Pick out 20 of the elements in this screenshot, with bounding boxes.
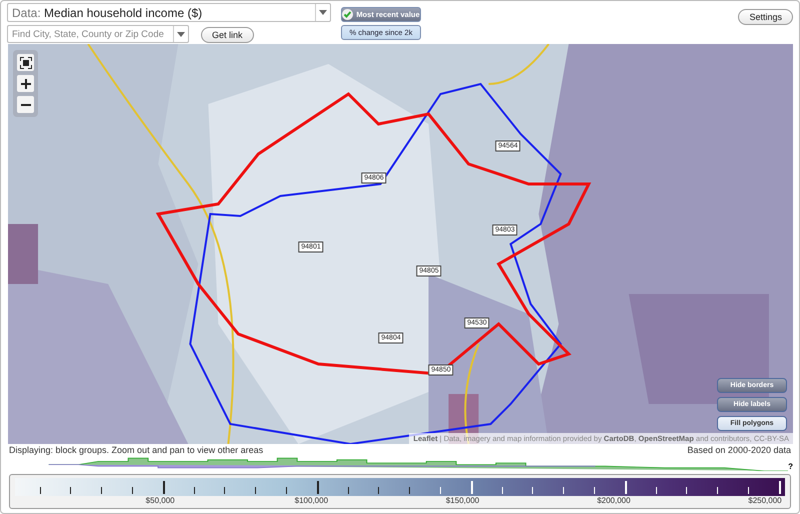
scale-label: $50,000 — [146, 496, 175, 505]
scale-label: $250,000 — [748, 496, 782, 505]
status-text: Displaying: block groups. Zoom out and pan to view other areas — [9, 445, 264, 455]
fit-button[interactable] — [17, 54, 34, 71]
data-range-text: Based on 2000-2020 data — [687, 445, 791, 455]
caret-icon — [315, 4, 330, 21]
scale-label: $100,000 — [294, 496, 328, 505]
check-icon — [342, 9, 354, 20]
get-link-button[interactable]: Get link — [201, 27, 254, 43]
search-field[interactable]: Find City, State, County or Zip Code — [7, 25, 189, 43]
zoom-in-button[interactable] — [17, 75, 34, 92]
caret-icon — [173, 26, 188, 42]
settings-button[interactable]: Settings — [738, 9, 793, 25]
fullscreen-icon — [20, 56, 32, 68]
plus-icon — [20, 78, 30, 88]
histogram-note: ? — [788, 462, 793, 471]
scale-label: $200,000 — [597, 496, 630, 505]
zoom-out-button[interactable] — [17, 96, 34, 113]
data-select[interactable]: Data: Median household income ($) — [7, 3, 331, 22]
scale-label: $150,000 — [446, 496, 480, 505]
